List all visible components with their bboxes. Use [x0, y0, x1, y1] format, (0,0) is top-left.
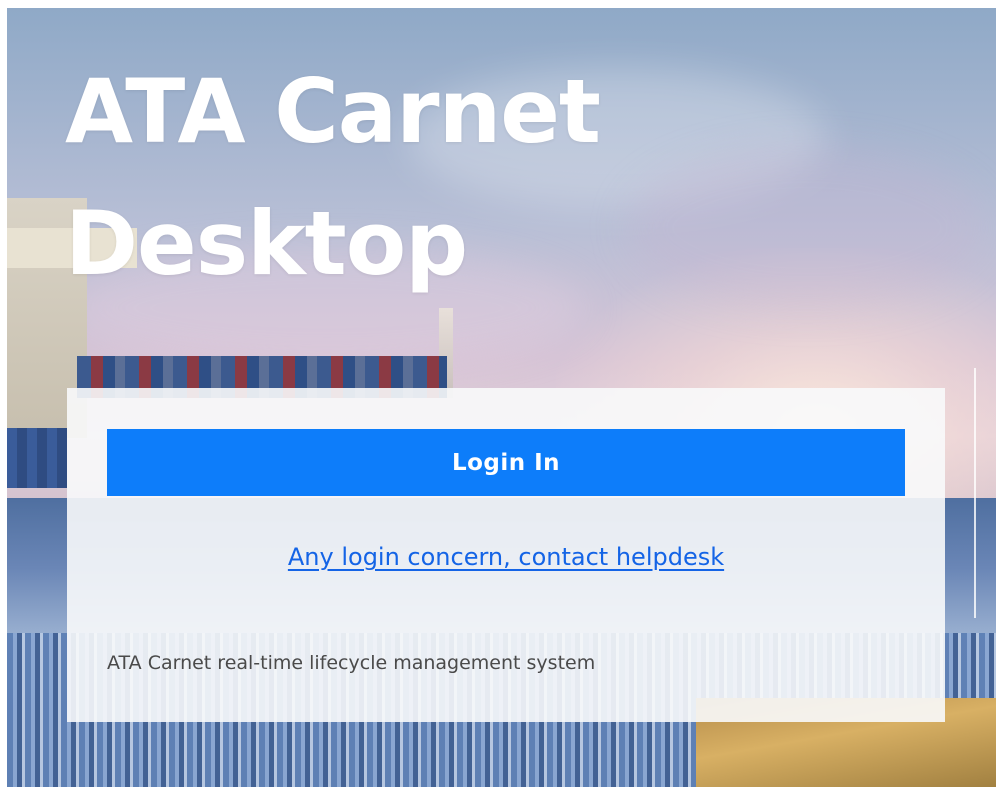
page-title-line-1: ATA Carnet: [65, 60, 601, 163]
page-title-line-2: Desktop: [65, 192, 468, 295]
helpdesk-link[interactable]: Any login concern, contact helpdesk: [67, 543, 945, 571]
page-title: ATA Carnet Desktop: [65, 46, 601, 310]
login-page: ATA Carnet Desktop Login In Any login co…: [7, 8, 996, 787]
system-tagline: ATA Carnet real-time lifecycle managemen…: [107, 652, 596, 674]
login-button[interactable]: Login In: [107, 429, 905, 496]
login-panel: Login In Any login concern, contact help…: [67, 388, 945, 722]
